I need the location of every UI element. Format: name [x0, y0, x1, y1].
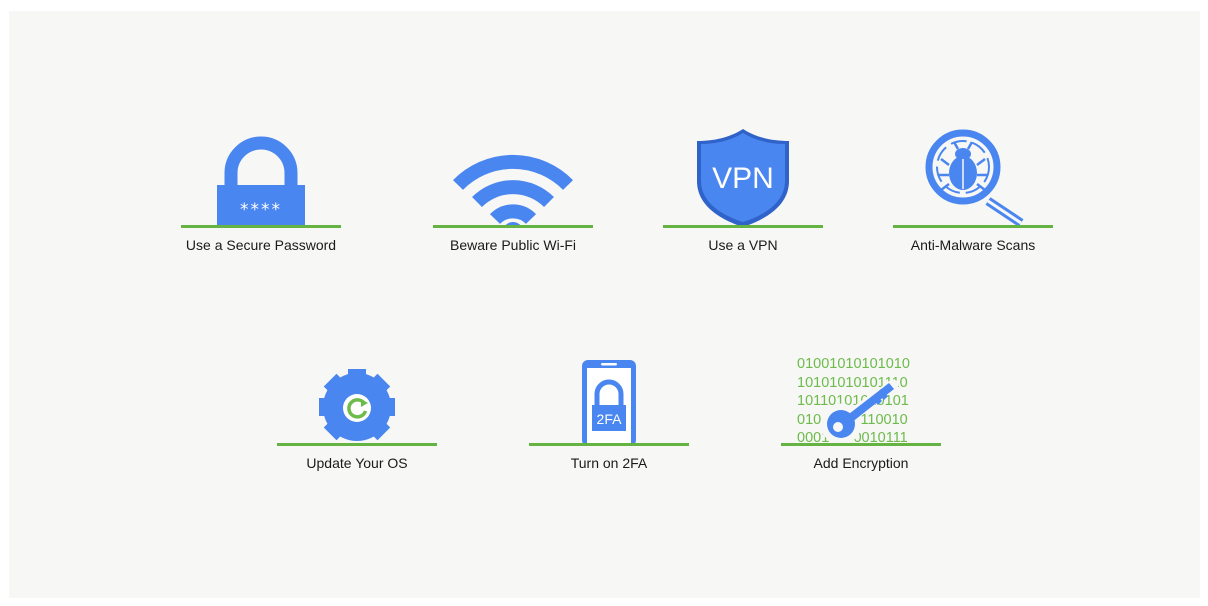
tip-encryption: 01001010101010 10101010101110 1011010101…	[781, 347, 941, 471]
baseline	[893, 225, 1053, 228]
tip-label: Use a VPN	[708, 237, 778, 253]
tip-label: Add Encryption	[813, 455, 909, 471]
tip-secure-password: **** Use a Secure Password	[181, 129, 341, 253]
vpn-text: VPN	[712, 162, 774, 195]
baseline	[663, 225, 823, 228]
tip-2fa: 2FA Turn on 2FA	[529, 347, 689, 471]
padlock-password-icon: ****	[217, 136, 305, 226]
baseline	[181, 225, 341, 228]
baseline	[781, 443, 941, 446]
baseline	[529, 443, 689, 446]
tip-label: Turn on 2FA	[570, 455, 648, 471]
vpn-shield-icon: VPN	[697, 129, 789, 227]
tip-label: Use a Secure Password	[185, 237, 337, 253]
baseline	[277, 443, 437, 446]
binary-line: 10110101010101	[797, 393, 909, 409]
twofa-text: 2FA	[597, 411, 623, 427]
tip-vpn: VPN Use a VPN	[663, 129, 823, 253]
tip-label: Anti-Malware Scans	[910, 237, 1036, 253]
tip-update-os: Update Your OS	[277, 347, 437, 471]
wifi-icon	[453, 154, 573, 226]
password-mask-text: ****	[240, 200, 282, 220]
bug-magnifier-icon	[925, 129, 1024, 227]
key-binary-icon: 01001010101010 10101010101110 1011010101…	[797, 356, 910, 446]
tip-label: Update Your OS	[306, 455, 408, 471]
tip-label: Beware Public Wi-Fi	[449, 237, 577, 253]
phone-2fa-icon: 2FA	[582, 360, 636, 446]
tip-public-wifi: Beware Public Wi-Fi	[433, 129, 593, 253]
gear-update-icon	[307, 369, 407, 454]
binary-line: 01001010101010	[797, 356, 910, 372]
baseline	[433, 225, 593, 228]
infographic-panel: **** Use a Secure Password Beware Public…	[9, 11, 1200, 598]
tip-anti-malware: Anti-Malware Scans	[893, 129, 1053, 253]
